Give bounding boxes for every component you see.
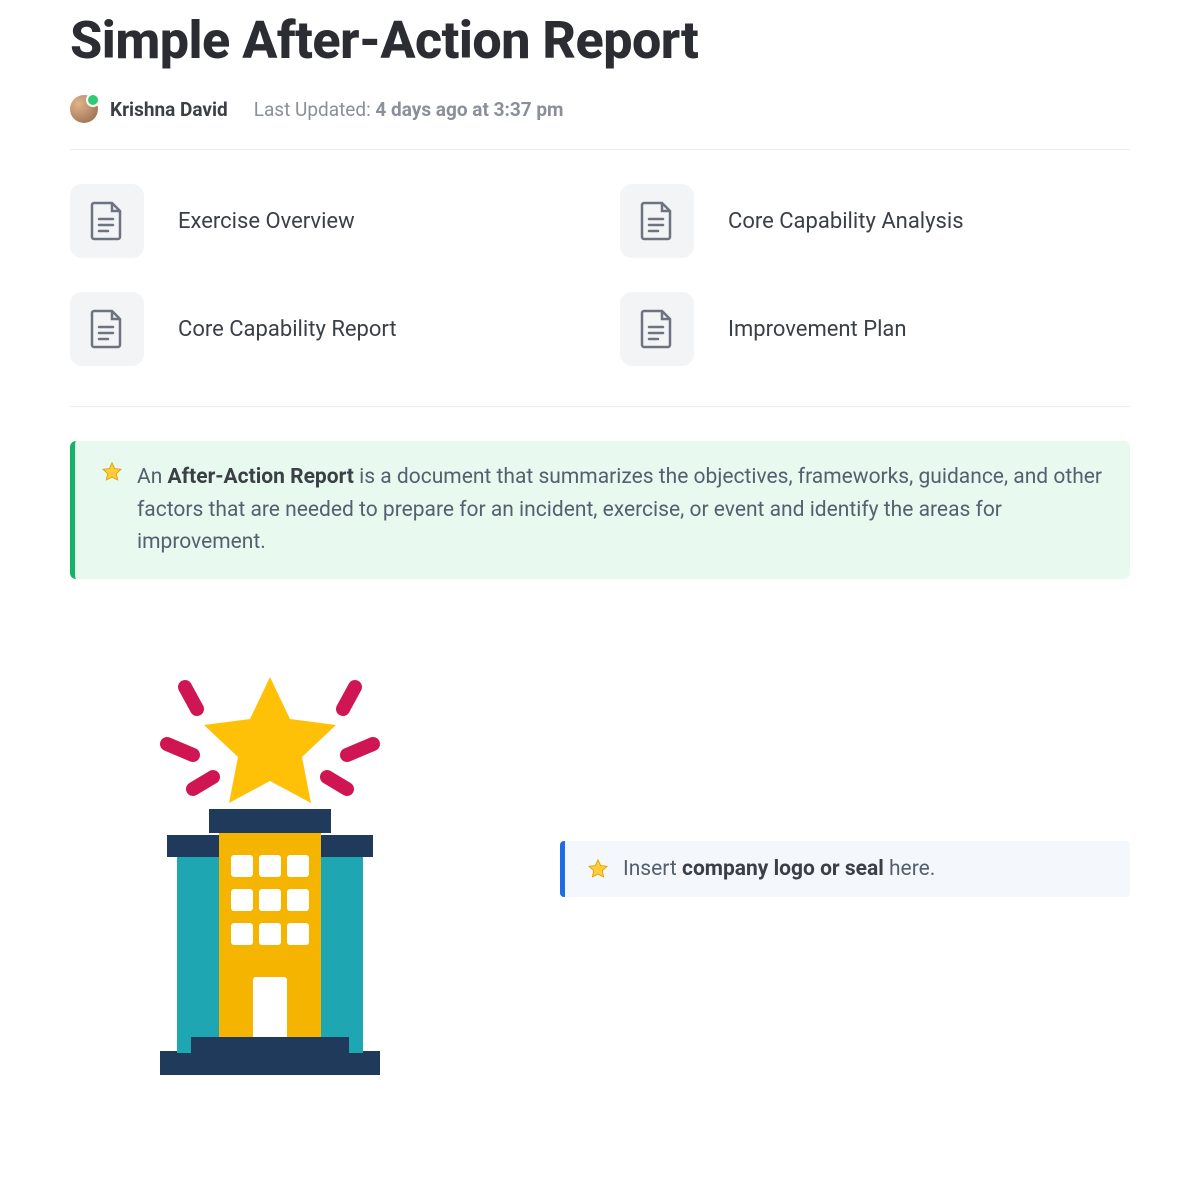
page-icon bbox=[90, 309, 124, 349]
callout-bold: After-Action Report bbox=[168, 465, 354, 489]
document-meta: Krishna David Last Updated: 4 days ago a… bbox=[70, 95, 1130, 123]
logo-note-text: Insert company logo or seal here. bbox=[623, 857, 935, 881]
nav-label: Core Capability Report bbox=[178, 317, 397, 342]
definition-callout: An After-Action Report is a document tha… bbox=[70, 441, 1130, 579]
nav-label: Exercise Overview bbox=[178, 209, 355, 234]
logo-note-bold: company logo or seal bbox=[682, 857, 884, 881]
nav-label: Improvement Plan bbox=[728, 317, 907, 342]
author-avatar[interactable] bbox=[70, 95, 98, 123]
section-nav: Exercise Overview Core Capability Analys… bbox=[70, 184, 1130, 366]
star-icon bbox=[101, 461, 123, 483]
page-title: Simple After-Action Report bbox=[70, 10, 1130, 71]
nav-item-core-capability-report[interactable]: Core Capability Report bbox=[70, 292, 580, 366]
nav-label: Core Capability Analysis bbox=[728, 209, 964, 234]
document-page: Simple After-Action Report Krishna David… bbox=[0, 10, 1200, 1119]
logo-instruction-callout: Insert company logo or seal here. bbox=[560, 841, 1130, 897]
nav-item-exercise-overview[interactable]: Exercise Overview bbox=[70, 184, 580, 258]
callout-text: An After-Action Report is a document tha… bbox=[137, 461, 1104, 559]
document-icon bbox=[620, 184, 694, 258]
divider bbox=[70, 406, 1130, 407]
logo-note-rest: here. bbox=[884, 857, 936, 881]
page-icon bbox=[90, 201, 124, 241]
divider bbox=[70, 149, 1130, 150]
star-icon bbox=[587, 858, 609, 880]
author-name[interactable]: Krishna David bbox=[110, 98, 228, 121]
logo-note-lead: Insert bbox=[623, 857, 682, 881]
page-icon bbox=[640, 309, 674, 349]
document-icon bbox=[70, 292, 144, 366]
document-icon bbox=[70, 184, 144, 258]
document-icon bbox=[620, 292, 694, 366]
last-updated-prefix: Last Updated: bbox=[254, 98, 376, 121]
nav-item-core-capability-analysis[interactable]: Core Capability Analysis bbox=[620, 184, 1130, 258]
company-illustration bbox=[70, 659, 470, 1079]
last-updated-label: Last Updated: 4 days ago at 3:37 pm bbox=[254, 98, 564, 121]
nav-item-improvement-plan[interactable]: Improvement Plan bbox=[620, 292, 1130, 366]
last-updated-value: 4 days ago at 3:37 pm bbox=[375, 98, 563, 121]
callout-lead: An bbox=[137, 465, 168, 489]
page-icon bbox=[640, 201, 674, 241]
logo-section: Insert company logo or seal here. bbox=[70, 659, 1130, 1079]
building-star-icon bbox=[105, 659, 435, 1079]
